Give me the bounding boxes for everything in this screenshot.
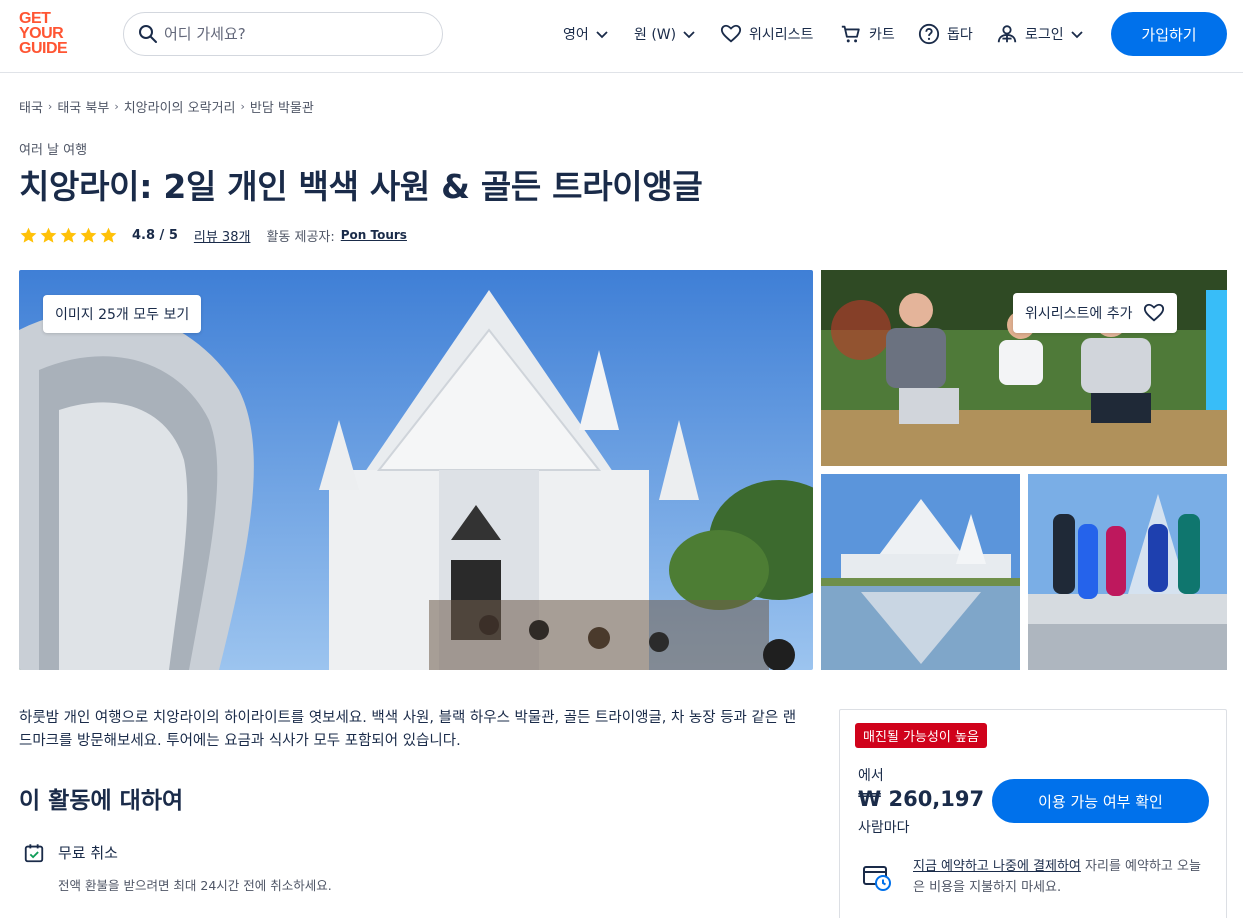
header: GET YOUR GUIDE 영어 원 (W) 위시리스트 카트 돕다 로그인 … bbox=[0, 0, 1243, 73]
add-to-wishlist-button[interactable]: 위시리스트에 추가 bbox=[1013, 293, 1177, 333]
heart-icon bbox=[720, 24, 742, 43]
help-label: 돕다 bbox=[947, 27, 973, 43]
view-all-images-button[interactable]: 이미지 25개 모두 보기 bbox=[43, 295, 202, 333]
star-icon bbox=[80, 227, 97, 243]
logo-line-3: GUIDE bbox=[19, 40, 68, 57]
breadcrumb-item[interactable]: 반담 박물관 bbox=[250, 97, 314, 116]
reserve-pay-later-text: 지금 예약하고 나중에 결제하여 자리를 예약하고 오늘은 비용을 지불하지 마… bbox=[913, 856, 1209, 898]
logo-line-1: GET bbox=[19, 10, 51, 27]
free-cancellation-desc: 전액 환불을 받으려면 최대 24시간 전에 취소하세요. bbox=[58, 878, 332, 893]
logo-line-2: YOUR bbox=[19, 25, 64, 42]
add-to-wishlist-label: 위시리스트에 추가 bbox=[1025, 306, 1133, 322]
wishlist-label: 위시리스트 bbox=[749, 27, 814, 43]
photo-visitors-bridge[interactable] bbox=[1028, 474, 1227, 670]
likely-sell-out-badge: 매진될 가능성이 높음 bbox=[855, 723, 987, 748]
rating-row: 4.8 / 5 리뷰 38개 활동 제공자: Pon Tours bbox=[19, 225, 407, 245]
price-from-label: 에서 bbox=[858, 768, 884, 784]
photo-temple-reflection[interactable] bbox=[821, 474, 1020, 670]
star-icon bbox=[60, 227, 77, 243]
price-value: ₩ 260,197 bbox=[858, 787, 985, 811]
language-label: 영어 bbox=[563, 27, 589, 43]
help-icon bbox=[918, 23, 940, 45]
cart-icon bbox=[841, 25, 860, 43]
chevron-right-icon: › bbox=[114, 100, 119, 113]
breadcrumb: 태국 › 태국 북부 › 치앙라이의 오락거리 › 반담 박물관 bbox=[19, 97, 314, 116]
calendar-check-icon bbox=[24, 844, 44, 863]
cart-link[interactable]: 카트 bbox=[840, 22, 895, 46]
search-bar[interactable] bbox=[123, 12, 443, 56]
search-input[interactable] bbox=[164, 21, 424, 47]
breadcrumb-item[interactable]: 태국 bbox=[19, 97, 43, 116]
breadcrumb-item[interactable]: 치앙라이의 오락거리 bbox=[124, 97, 236, 116]
chevron-down-icon bbox=[596, 31, 608, 39]
reviews-link[interactable]: 리뷰 38개 bbox=[194, 226, 251, 245]
reserve-pay-later-icon bbox=[863, 866, 891, 891]
activity-description: 하룻밤 개인 여행으로 치앙라이의 하이라이트를 엿보세요. 백색 사원, 블랙… bbox=[19, 710, 797, 749]
getyourguide-logo[interactable]: GET YOUR GUIDE bbox=[19, 11, 77, 59]
star-icon bbox=[40, 227, 57, 243]
help-link[interactable]: 돕다 bbox=[918, 22, 973, 46]
reserve-pay-later-link[interactable]: 지금 예약하고 나중에 결제하여 bbox=[913, 859, 1081, 874]
star-icon bbox=[20, 227, 37, 243]
search-icon bbox=[139, 25, 157, 43]
currency-selector[interactable]: 원 (W) bbox=[634, 22, 698, 46]
breadcrumb-item[interactable]: 태국 북부 bbox=[57, 97, 109, 116]
language-selector[interactable]: 영어 bbox=[563, 22, 611, 46]
cart-label: 카트 bbox=[869, 27, 895, 43]
rating-value: 4.8 / 5 bbox=[132, 227, 178, 243]
chevron-down-icon bbox=[1071, 31, 1083, 39]
page-title: 치앙라이: 2일 개인 백색 사원 & 골든 트라이앵글 bbox=[19, 167, 703, 206]
activity-category: 여러 날 여행 bbox=[19, 143, 88, 158]
user-icon bbox=[997, 25, 1017, 43]
login-menu[interactable]: 로그인 bbox=[996, 22, 1086, 46]
star-icon bbox=[100, 227, 117, 243]
about-heading: 이 활동에 대하여 bbox=[19, 788, 184, 814]
chevron-right-icon: › bbox=[47, 100, 53, 113]
provider-label: 활동 제공자: bbox=[266, 229, 335, 245]
check-availability-button[interactable]: 이용 가능 여부 확인 bbox=[992, 779, 1209, 823]
signup-button[interactable]: 가입하기 bbox=[1111, 12, 1227, 56]
free-cancellation-title: 무료 취소 bbox=[58, 844, 118, 862]
provider-link[interactable]: Pon Tours bbox=[341, 228, 407, 242]
heart-icon bbox=[1143, 303, 1164, 322]
star-rating bbox=[19, 226, 118, 245]
wishlist-link[interactable]: 위시리스트 bbox=[720, 22, 813, 46]
chevron-down-icon bbox=[683, 31, 695, 39]
currency-label: 원 (W) bbox=[634, 27, 677, 43]
price-per-person-label: 사람마다 bbox=[858, 820, 910, 836]
login-label: 로그인 bbox=[1025, 27, 1064, 43]
chevron-right-icon: › bbox=[240, 100, 245, 113]
